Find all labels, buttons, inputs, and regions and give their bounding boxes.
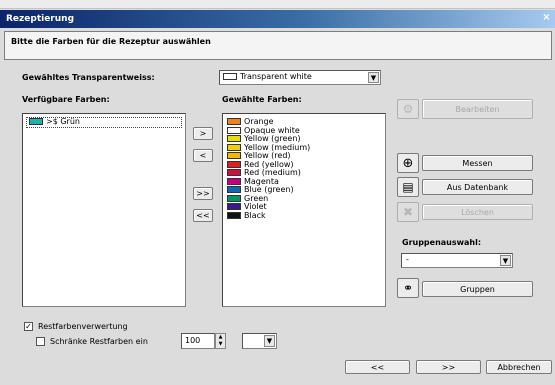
group-icon: ⚭ (397, 278, 419, 298)
group-label: Gruppenauswahl: (402, 238, 482, 247)
chevron-down-icon[interactable]: ▼ (264, 335, 275, 347)
delete-button[interactable]: Löschen (422, 204, 533, 220)
edit-button[interactable]: Bearbeiten (422, 99, 533, 119)
color-label: Black (244, 210, 266, 220)
selected-list[interactable]: Orange Opaque white Yellow (green) Yellow (… (222, 113, 386, 307)
transparent-label: Gewähltes Transparentweiss: (22, 73, 155, 82)
leftover-label: Restfarbenverwertung (38, 322, 128, 331)
groups-button[interactable]: Gruppen (422, 281, 533, 297)
stepper-down-icon[interactable]: ▼ (216, 341, 225, 348)
color-swatch (227, 186, 241, 193)
color-swatch (227, 135, 241, 142)
stepper-up-icon[interactable]: ▲ (216, 334, 225, 341)
measure-button[interactable]: Messen (422, 155, 533, 171)
color-swatch (227, 160, 241, 168)
transparent-swatch (223, 73, 237, 80)
limit-label: Schränke Restfarben ein (50, 337, 148, 346)
add-all-button[interactable]: >> (193, 187, 213, 200)
color-swatch (29, 118, 43, 125)
amount-unit-select[interactable]: ▼ (242, 333, 277, 349)
available-label: Verfügbare Farben: (22, 95, 110, 104)
leftover-checkbox[interactable]: ✓ (24, 322, 33, 331)
amount-stepper[interactable]: ▲ ▼ (215, 333, 226, 349)
color-swatch (227, 143, 241, 151)
color-swatch (227, 126, 241, 134)
top-strip (0, 0, 555, 9)
gear-icon: ⚙ (397, 99, 419, 119)
color-swatch (227, 118, 241, 125)
list-item[interactable]: >$ Grün (26, 117, 182, 128)
back-button[interactable]: << (345, 360, 410, 374)
chevron-down-icon[interactable]: ▼ (500, 255, 511, 266)
color-swatch (227, 152, 241, 159)
instruction-banner: Bitte die Farben für die Rezeptur auswäh… (4, 31, 552, 60)
list-item[interactable]: Black (223, 210, 385, 221)
crosshair-icon: ⊕ (397, 153, 419, 173)
color-swatch (227, 203, 241, 210)
limit-checkbox[interactable] (36, 337, 45, 346)
remove-color-button[interactable]: < (193, 149, 213, 162)
group-value: - (406, 255, 409, 264)
chevron-down-icon[interactable]: ▼ (368, 72, 379, 83)
transparent-value: Transparent white (240, 72, 312, 81)
transparent-select[interactable]: Transparent white ▼ (219, 70, 381, 85)
available-list[interactable]: >$ Grün (22, 113, 186, 307)
remove-all-button[interactable]: << (193, 209, 213, 222)
color-swatch (227, 211, 241, 219)
from-database-button[interactable]: Aus Datenbank (422, 179, 533, 195)
amount-input[interactable]: 100 (181, 333, 215, 349)
group-select[interactable]: - ▼ (401, 253, 513, 268)
delete-icon: ✖ (397, 202, 419, 222)
color-swatch (227, 177, 241, 185)
close-icon[interactable]: × (541, 13, 552, 24)
selected-label: Gewählte Farben: (222, 95, 302, 104)
color-label: >$ Grün (46, 117, 80, 126)
add-color-button[interactable]: > (193, 127, 213, 140)
title-bar: Rezeptierung × (0, 10, 555, 28)
window-title: Rezeptierung (6, 14, 75, 24)
color-swatch (227, 194, 241, 202)
next-button[interactable]: >> (416, 360, 481, 374)
database-icon: ▤ (397, 177, 419, 197)
cancel-button[interactable]: Abbrechen (486, 360, 552, 374)
color-swatch (227, 169, 241, 176)
